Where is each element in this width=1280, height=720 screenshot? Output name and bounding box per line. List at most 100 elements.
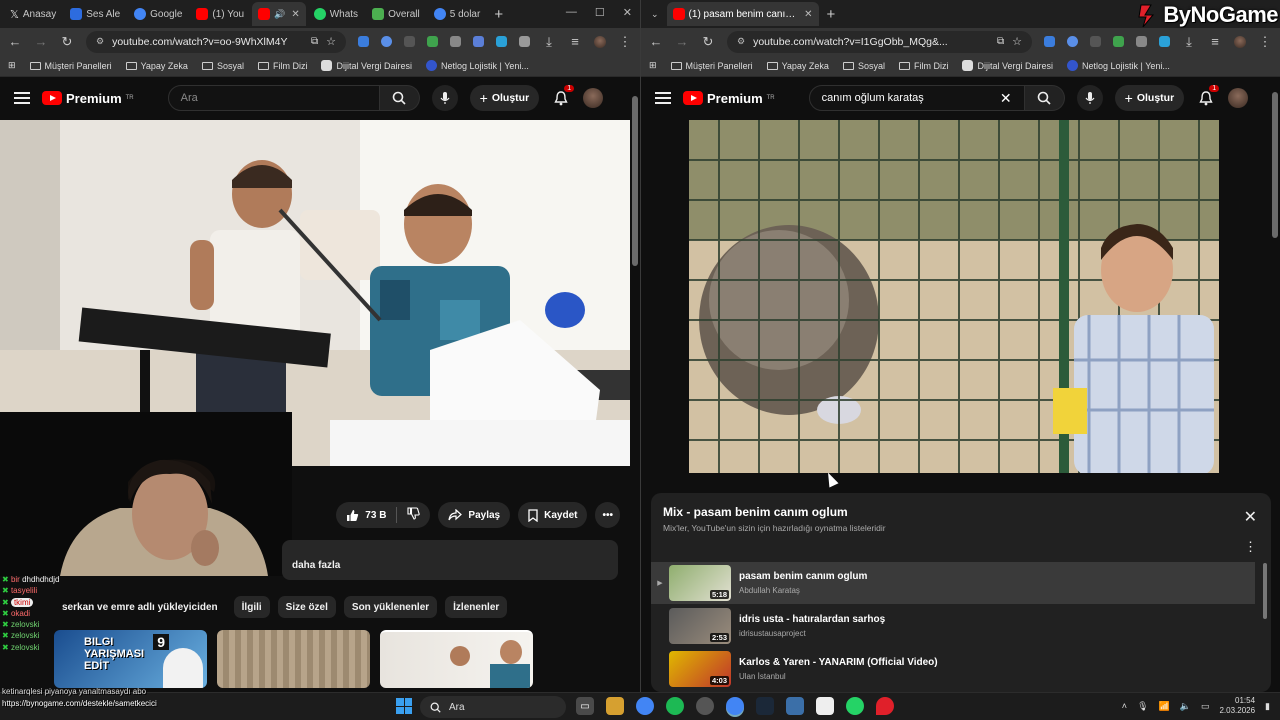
chip[interactable]: İlgili [233,596,270,618]
extension-icon[interactable] [1090,36,1101,47]
speaker-icon[interactable]: 🔊 [274,9,285,20]
dislike-button[interactable] [407,507,421,523]
user-avatar[interactable] [1228,88,1249,108]
bookmark-folder[interactable]: Yapay Zeka [125,61,188,71]
bookmark-folder[interactable]: Yapay Zeka [766,61,829,71]
chrome-icon[interactable] [636,697,654,715]
back-icon[interactable]: ← [649,34,663,49]
url-field[interactable]: ⚙ youtube.com/watch?v=I1GgObb_MQg&... ⧉ … [727,30,1032,53]
close-icon[interactable]: ✕ [1244,507,1257,527]
apps-grid-icon[interactable]: ⊞ [649,60,657,71]
bookmark-folder[interactable]: Müşteri Panelleri [29,61,112,71]
close-window-icon[interactable]: ✕ [623,6,632,19]
like-button[interactable]: 73 B [346,509,386,522]
steam-icon[interactable] [756,697,774,715]
reload-icon[interactable]: ↻ [701,34,715,50]
playlist-scrollbar[interactable] [1263,563,1267,619]
extension-icon[interactable] [427,36,438,47]
apps-grid-icon[interactable]: ⊞ [8,60,16,71]
tab-search-icon[interactable]: ⌄ [645,9,665,20]
media-icon[interactable]: ≡ [568,34,582,49]
chip[interactable]: Son yüklenenler [343,596,438,618]
video-player[interactable] [689,120,1219,473]
chip[interactable]: İzlenenler [445,596,508,618]
whatsapp-icon[interactable] [846,697,864,715]
install-icon[interactable]: ⧉ [997,36,1004,47]
clock[interactable]: 01:54 2.03.2026 [1219,696,1255,716]
bookmark-link[interactable]: Netlog Lojistik | Yeni... [426,60,529,71]
description-box[interactable]: daha fazla [282,540,618,580]
browser-tab[interactable]: Overall [366,2,426,26]
profile-avatar[interactable] [594,35,606,48]
extension-icon[interactable] [404,36,415,47]
voice-search-button[interactable] [1076,85,1103,111]
battery-icon[interactable]: ▭ [1201,701,1210,712]
wifi-icon[interactable]: 📶 [1159,701,1170,712]
install-icon[interactable]: ⧉ [311,36,318,47]
bookmark-link[interactable]: Netlog Lojistik | Yeni... [1067,60,1170,71]
extension-icon[interactable] [1044,36,1055,47]
volume-icon[interactable]: 🔈 [1180,701,1191,712]
site-info-icon[interactable]: ⚙ [96,36,104,47]
close-tab-icon[interactable]: ✕ [291,9,299,20]
menu-kebab-icon[interactable]: ⋮ [1258,34,1272,50]
microphone-tray-icon[interactable]: 🎙 [1137,701,1148,712]
windows-start-icon[interactable] [396,698,412,714]
close-tab-icon[interactable]: ✕ [804,9,812,20]
back-icon[interactable]: ← [8,34,22,49]
playlist-item[interactable]: ▶ 5:18 pasam benim canım oglum Abdullah … [651,562,1255,604]
new-tab-button[interactable]: + [821,6,842,23]
show-more-link[interactable]: daha fazla [292,560,340,571]
youtube-logo[interactable]: Premium TR [683,91,775,106]
bookmark-folder[interactable]: Müşteri Panelleri [670,61,753,71]
obs-icon[interactable] [696,697,714,715]
browser-tab[interactable]: Google [128,2,188,26]
bookmark-folder[interactable]: Film Dizi [898,61,948,71]
extension-icon[interactable] [381,36,392,47]
taskbar-search[interactable]: Ara [420,696,566,718]
create-button[interactable]: + Oluştur [1114,85,1185,111]
browser-tab[interactable]: (1) You [190,2,250,26]
extension-icon[interactable] [1136,36,1147,47]
create-button[interactable]: + Oluştur [469,85,540,111]
bookmark-folder[interactable]: Sosyal [201,61,244,71]
new-tab-button[interactable]: + [488,6,509,23]
browser-tab[interactable]: 5 dolar [428,2,487,26]
search-input[interactable]: canım oğlum karataş ✕ [808,85,1025,111]
forward-icon[interactable]: → [675,34,689,49]
site-info-icon[interactable]: ⚙ [737,36,745,47]
star-icon[interactable]: ☆ [1012,35,1022,48]
forward-icon[interactable]: → [34,34,48,49]
media-icon[interactable]: ≡ [1208,34,1222,49]
user-avatar[interactable] [583,88,604,108]
voice-search-button[interactable] [431,85,458,111]
save-button[interactable]: Kaydet [518,502,588,528]
youtube-logo[interactable]: Premium TR [42,91,134,106]
clear-search-icon[interactable]: ✕ [1000,90,1012,107]
menu-kebab-icon[interactable]: ⋮ [618,34,632,50]
maps-pin-icon[interactable] [876,697,894,715]
url-field[interactable]: ⚙ youtube.com/watch?v=oo-9WhXlM4Y ⧉ ☆ [86,30,346,53]
chip[interactable]: Size özel [277,596,336,618]
download-icon[interactable]: ⤓ [1182,34,1196,50]
chrome-active-icon[interactable] [726,697,744,715]
extension-icon[interactable] [1067,36,1078,47]
menu-hamburger-icon[interactable] [14,92,30,104]
video-thumbnail[interactable] [217,630,370,688]
extension-icon[interactable] [473,36,484,47]
playlist-item[interactable]: 2:53 idris usta - hatıralardan sarhoş id… [651,605,1255,647]
search-button[interactable] [1024,85,1065,111]
notifications-button[interactable]: 1 [551,85,575,108]
browser-tab[interactable]: 𝕏 Anasay [4,2,62,26]
chip[interactable]: serkan ve emre adlı yükleyiciden [54,596,226,618]
app-icon[interactable] [786,697,804,715]
playlist-item[interactable]: 4:03 Karlos & Yaren - YANARIM (Official … [651,648,1255,690]
task-view-icon[interactable]: ▭ [576,697,594,715]
video-thumbnail[interactable]: BILGI YARIŞMASI EDİT 9 [54,630,207,688]
bookmark-link[interactable]: Dijital Vergi Dairesi [962,60,1053,71]
more-actions-button[interactable]: ••• [595,502,620,528]
reload-icon[interactable]: ↻ [60,34,74,50]
document-icon[interactable] [816,697,834,715]
extension-icon[interactable] [450,36,461,47]
bookmark-folder[interactable]: Sosyal [842,61,885,71]
